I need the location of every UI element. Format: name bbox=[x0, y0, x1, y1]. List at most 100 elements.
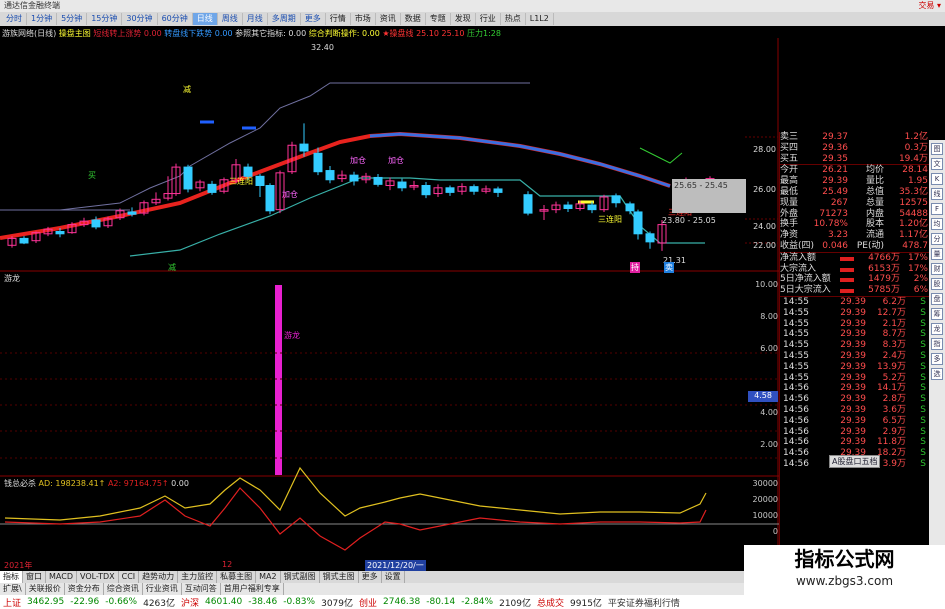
tick-time: 14:56 bbox=[783, 404, 809, 415]
cy-label[interactable]: 创业 bbox=[356, 596, 380, 609]
tool-icon[interactable]: 股 bbox=[931, 278, 943, 290]
tick-row: 14:56 29.39 3.6万 S bbox=[780, 405, 929, 416]
stock-name: 游族网络(日线) bbox=[2, 29, 57, 38]
period-tab[interactable]: 周线 bbox=[218, 13, 243, 25]
indicator-tab[interactable]: MA2 bbox=[256, 571, 281, 583]
indicator-tab[interactable]: MACD bbox=[46, 571, 77, 583]
tool-icon[interactable]: 均 bbox=[931, 218, 943, 230]
tick-row: 14:55 29.39 13.9万 S bbox=[780, 362, 929, 373]
indicator-tab[interactable]: 钢式主图 bbox=[320, 571, 359, 583]
menu-item[interactable]: 热点 bbox=[501, 13, 526, 25]
indicator-tab[interactable]: 窗口 bbox=[23, 571, 46, 583]
flow-bar bbox=[840, 289, 854, 294]
legend-i4: 综合判断操作: 0.00 bbox=[308, 29, 380, 38]
tick-time: 14:55 bbox=[783, 350, 809, 361]
menu-item[interactable]: 数据 bbox=[401, 13, 426, 25]
tick-volume: 5.2万 bbox=[882, 372, 906, 383]
sz-amount: 3079亿 bbox=[321, 598, 353, 609]
signal-label-3: 加仓 bbox=[350, 156, 366, 165]
candle-body bbox=[633, 211, 643, 235]
quote-value: 26.21 bbox=[822, 165, 848, 176]
quote-value-2: 1.95 bbox=[907, 176, 928, 187]
period-tab[interactable]: 日线 bbox=[192, 13, 218, 25]
depth-popup[interactable]: A股盘口五档 bbox=[829, 455, 881, 468]
candle-body bbox=[183, 166, 193, 190]
candle-body bbox=[255, 175, 265, 187]
period-tab[interactable]: 多周期 bbox=[268, 13, 301, 25]
sz-label[interactable]: 沪深 bbox=[178, 596, 202, 609]
tool-icon[interactable]: 量 bbox=[931, 248, 943, 260]
extension-tab[interactable]: 关联报价 bbox=[26, 583, 65, 595]
tool-icon[interactable]: 图 bbox=[931, 143, 943, 155]
tool-icon[interactable]: 分 bbox=[931, 233, 943, 245]
tool-icon[interactable]: F bbox=[931, 203, 943, 215]
tool-icon[interactable]: K bbox=[931, 173, 943, 185]
tick-price: 29.39 bbox=[840, 372, 866, 383]
menu-item[interactable]: 专题 bbox=[426, 13, 451, 25]
period-tab[interactable]: 60分钟 bbox=[158, 13, 193, 25]
app-title: 通达信金融终端 bbox=[4, 1, 60, 10]
indicator-tab[interactable]: 钢式副图 bbox=[281, 571, 320, 583]
period-tab[interactable]: 30分钟 bbox=[122, 13, 158, 25]
price-tick: 24.00 bbox=[753, 222, 776, 231]
tick-list[interactable]: 14:55 29.39 6.2万 S 14:55 29.39 12.7万 S 14:55 29.3… bbox=[780, 297, 929, 470]
indicator-tab[interactable]: 指标 bbox=[0, 571, 23, 583]
indicator-tab[interactable]: VOL-TDX bbox=[77, 571, 119, 583]
sub1-title[interactable]: 游龙 bbox=[4, 273, 20, 284]
indicator-tab[interactable]: 趋势动力 bbox=[139, 571, 179, 583]
tool-icon[interactable]: 筹 bbox=[931, 308, 943, 320]
period-tab[interactable]: 5分钟 bbox=[57, 13, 88, 25]
tool-icon[interactable]: 文 bbox=[931, 158, 943, 170]
period-tab[interactable]: 15分钟 bbox=[87, 13, 123, 25]
sub2-title[interactable]: 钱总必杀 bbox=[4, 479, 36, 488]
menu-item[interactable]: 市场 bbox=[351, 13, 376, 25]
sz-change: -38.46 bbox=[248, 597, 278, 607]
flow-row: 净流入额 4766万 17% bbox=[780, 253, 929, 264]
menu-item[interactable]: 发现 bbox=[451, 13, 476, 25]
period-tab[interactable]: 分时 bbox=[2, 13, 27, 25]
main-indicator-name[interactable]: 操盘主图 bbox=[59, 29, 91, 38]
tool-icon[interactable]: 龙 bbox=[931, 323, 943, 335]
extension-tab[interactable]: 综合资讯 bbox=[104, 583, 143, 595]
sub1-bar-label: 游龙 bbox=[284, 331, 300, 340]
period-tab[interactable]: 1分钟 bbox=[27, 13, 58, 25]
tool-icon[interactable]: 指 bbox=[931, 338, 943, 350]
indicator-tab[interactable]: 私募主图 bbox=[217, 571, 257, 583]
tool-icon[interactable]: 选 bbox=[931, 368, 943, 380]
flow-row: 大宗流入 6153万 17% bbox=[780, 264, 929, 275]
sub2-a3: 0.00 bbox=[171, 479, 189, 488]
period-tab[interactable]: 更多 bbox=[301, 13, 326, 25]
indicator-tab[interactable]: 主力监控 bbox=[178, 571, 218, 583]
period-tab[interactable]: 月线 bbox=[243, 13, 268, 25]
tick-row: 14:55 29.39 6.2万 S bbox=[780, 297, 929, 308]
indicator-tab[interactable]: 更多 bbox=[359, 571, 382, 583]
menu-item[interactable]: L1L2 bbox=[526, 13, 554, 25]
tool-icon[interactable]: 财 bbox=[931, 263, 943, 275]
flow-percent: 17% bbox=[907, 263, 928, 274]
indicator-tab[interactable]: 设置 bbox=[382, 571, 405, 583]
tool-icon[interactable]: 线 bbox=[931, 188, 943, 200]
flow-label: 5日净流入额 bbox=[780, 274, 831, 285]
extension-tab[interactable]: 资金分布 bbox=[65, 583, 104, 595]
tick-price: 29.39 bbox=[840, 426, 866, 437]
menu-item[interactable]: 行情 bbox=[326, 13, 351, 25]
extension-tab[interactable]: 首用户福利专享 bbox=[221, 583, 284, 595]
tool-icon[interactable]: 盘 bbox=[931, 293, 943, 305]
quote-value-2: 12575 bbox=[899, 197, 928, 208]
quote-value-2: 28.14 bbox=[902, 165, 928, 176]
broker-name[interactable]: 平安证券福利行情 bbox=[605, 596, 683, 609]
price-tick: 22.00 bbox=[753, 241, 776, 250]
trade-button[interactable]: 交易 ▾ bbox=[918, 0, 941, 12]
menu-item[interactable]: 行业 bbox=[476, 13, 501, 25]
tool-icon[interactable]: 多 bbox=[931, 353, 943, 365]
extension-tab[interactable]: 互动问答 bbox=[182, 583, 221, 595]
indicator-tab[interactable]: CCI bbox=[119, 571, 140, 583]
quote-rows: 卖三 29.37 1.2亿 买四 29.36 0.3万 买五 29.35 19.4万 今开 26.2… bbox=[780, 132, 929, 252]
sh-label[interactable]: 上证 bbox=[0, 596, 24, 609]
tick-side: S bbox=[920, 307, 926, 318]
signal-label-2: 加仓 bbox=[282, 190, 298, 199]
extension-tab[interactable]: 扩展\ bbox=[0, 583, 26, 595]
menu-item[interactable]: 资讯 bbox=[376, 13, 401, 25]
kline-chart[interactable] bbox=[0, 38, 779, 571]
extension-tab[interactable]: 行业资讯 bbox=[143, 583, 182, 595]
